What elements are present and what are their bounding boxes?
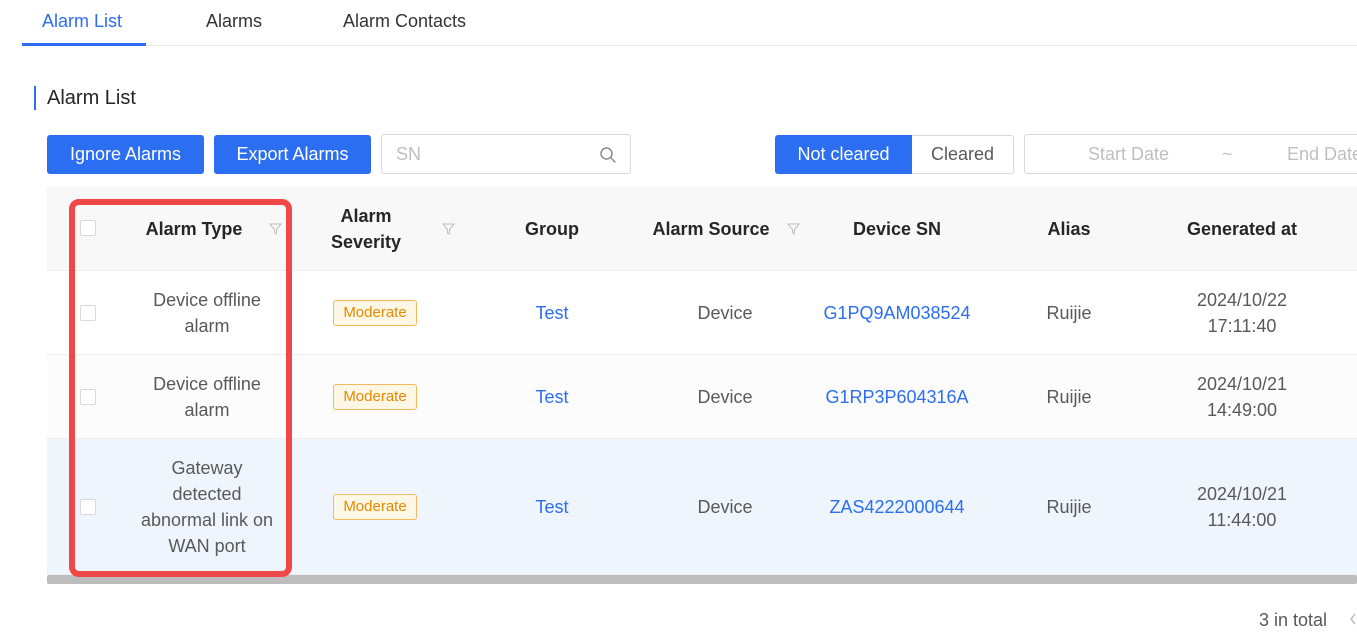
table-row[interactable]: Device offline alarm Moderate Test Devic… <box>47 355 1357 439</box>
not-cleared-toggle[interactable]: Not cleared <box>775 135 912 174</box>
column-header-generated-at: Generated at <box>1186 218 1298 239</box>
device-sn-link[interactable]: G1RP3P604316A <box>812 355 982 438</box>
start-date-input[interactable]: Start Date <box>1088 144 1169 165</box>
sn-search-input[interactable] <box>382 135 592 173</box>
tab-alarm-list[interactable]: Alarm List <box>42 0 122 46</box>
alarm-source-cell: Device <box>697 496 753 517</box>
alarm-severity-filter-icon[interactable] <box>442 223 455 235</box>
severity-cell: Moderate <box>303 355 447 438</box>
select-all-checkbox[interactable] <box>80 220 96 236</box>
severity-badge: Moderate <box>333 493 417 520</box>
alarm-source-cell: Device <box>697 386 753 407</box>
device-sn-link[interactable]: ZAS4222000644 <box>812 439 982 574</box>
cleared-toggle[interactable]: Cleared <box>912 135 1014 174</box>
table-row[interactable]: Gateway detected abnormal link on WAN po… <box>47 439 1357 575</box>
generated-at-cell: 2024/10/21 11:44:00 <box>1196 483 1288 530</box>
table-row[interactable]: Device offline alarm Moderate Test Devic… <box>47 271 1357 355</box>
sn-search-box <box>381 134 631 174</box>
tab-alarm-contacts[interactable]: Alarm Contacts <box>343 0 466 46</box>
column-header-group: Group <box>525 218 579 239</box>
tab-bar: Alarm List Alarms Alarm Contacts <box>22 0 1357 46</box>
ignore-alarms-button[interactable]: Ignore Alarms <box>47 135 204 174</box>
generated-at-cell: 2024/10/22 17:11:40 <box>1196 289 1288 336</box>
severity-cell: Moderate <box>303 439 447 574</box>
export-alarms-button[interactable]: Export Alarms <box>214 135 371 174</box>
column-header-alarm-source: Alarm Source <box>652 218 770 239</box>
end-date-input[interactable]: End Date <box>1287 144 1357 165</box>
date-range-picker[interactable]: Start Date ~ End Date <box>1024 134 1357 174</box>
alarm-source-filter-icon[interactable] <box>787 223 800 235</box>
row-checkbox[interactable] <box>80 499 96 515</box>
date-range-separator: ~ <box>1222 144 1233 164</box>
column-header-alias: Alias <box>1047 218 1091 239</box>
row-checkbox[interactable] <box>80 305 96 321</box>
table-header: Alarm Type Alarm Severity Group Alarm So… <box>47 187 1357 271</box>
group-link[interactable]: Test <box>487 439 617 574</box>
alarm-type-cell: Device offline alarm <box>153 373 261 420</box>
alarm-source-cell: Device <box>697 302 753 323</box>
alarm-type-cell: Gateway detected abnormal link on WAN po… <box>140 457 274 556</box>
severity-cell: Moderate <box>303 271 447 354</box>
severity-badge: Moderate <box>333 383 417 410</box>
alarm-type-cell: Device offline alarm <box>153 289 261 336</box>
generated-at-cell: 2024/10/21 14:49:00 <box>1196 373 1288 420</box>
group-link[interactable]: Test <box>487 355 617 438</box>
column-header-alarm-severity: Alarm Severity <box>330 205 402 252</box>
chevron-left-icon[interactable] <box>1348 612 1357 626</box>
severity-badge: Moderate <box>333 299 417 326</box>
alias-cell: Ruijie <box>1046 386 1092 407</box>
tab-alarms[interactable]: Alarms <box>206 0 262 46</box>
active-tab-indicator <box>22 43 146 46</box>
alarm-type-filter-icon[interactable] <box>269 223 282 235</box>
horizontal-scrollbar[interactable] <box>47 575 1357 584</box>
search-icon[interactable] <box>599 146 617 164</box>
alias-cell: Ruijie <box>1046 302 1092 323</box>
alias-cell: Ruijie <box>1046 496 1092 517</box>
group-link[interactable]: Test <box>487 271 617 354</box>
section-title: Alarm List <box>34 86 136 110</box>
total-count: 3 in total <box>1259 610 1328 630</box>
column-header-alarm-type: Alarm Type <box>145 218 243 239</box>
device-sn-link[interactable]: G1PQ9AM038524 <box>812 271 982 354</box>
column-header-device-sn: Device SN <box>852 218 942 239</box>
row-checkbox[interactable] <box>80 389 96 405</box>
